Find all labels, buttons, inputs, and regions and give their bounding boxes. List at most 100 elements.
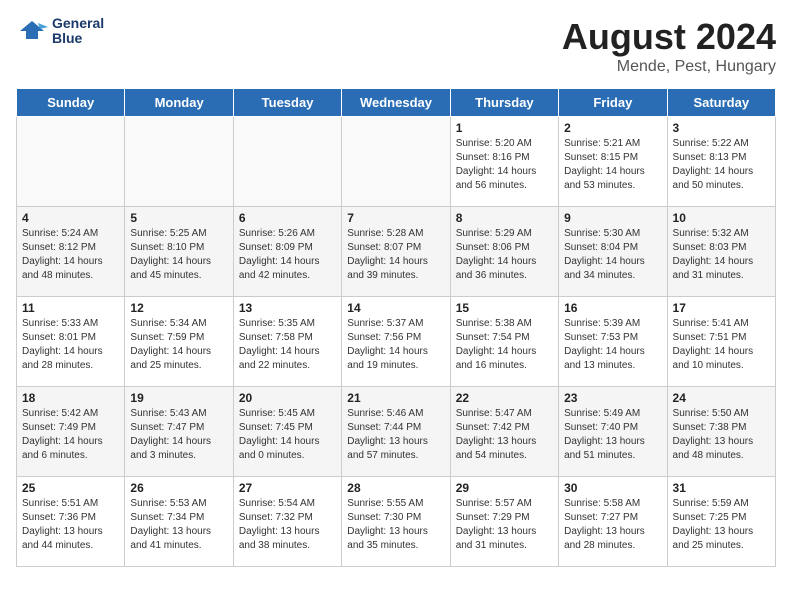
day-number: 10 (673, 211, 770, 225)
day-number: 2 (564, 121, 661, 135)
calendar-cell: 7 Sunrise: 5:28 AM Sunset: 8:07 PM Daylig… (342, 207, 450, 297)
cell-info: Sunrise: 5:37 AM Sunset: 7:56 PM Dayligh… (347, 317, 444, 373)
calendar-week-2: 4 Sunrise: 5:24 AM Sunset: 8:12 PM Daylig… (17, 207, 776, 297)
day-number: 20 (239, 391, 336, 405)
calendar-cell: 2 Sunrise: 5:21 AM Sunset: 8:15 PM Daylig… (559, 117, 667, 207)
cell-info: Sunrise: 5:43 AM Sunset: 7:47 PM Dayligh… (130, 407, 227, 463)
day-header-saturday: Saturday (667, 89, 775, 117)
day-number: 1 (456, 121, 553, 135)
calendar-cell: 1 Sunrise: 5:20 AM Sunset: 8:16 PM Daylig… (450, 117, 558, 207)
calendar-cell: 21Sunrise: 5:46 AM Sunset: 7:44 PM Dayli… (342, 387, 450, 477)
day-number: 27 (239, 481, 336, 495)
day-number: 13 (239, 301, 336, 315)
cell-info: Sunrise: 5:45 AM Sunset: 7:45 PM Dayligh… (239, 407, 336, 463)
calendar-week-1: 1 Sunrise: 5:20 AM Sunset: 8:16 PM Daylig… (17, 117, 776, 207)
day-number: 29 (456, 481, 553, 495)
calendar-cell: 22Sunrise: 5:47 AM Sunset: 7:42 PM Dayli… (450, 387, 558, 477)
page-header: General Blue August 2024 Mende, Pest, Hu… (16, 16, 776, 76)
cell-info: Sunrise: 5:51 AM Sunset: 7:36 PM Dayligh… (22, 497, 119, 553)
calendar-cell: 6 Sunrise: 5:26 AM Sunset: 8:09 PM Daylig… (233, 207, 341, 297)
calendar-cell: 28 Sunrise: 5:55 AM Sunset: 7:30 PM Dayli… (342, 477, 450, 567)
cell-info: Sunrise: 5:34 AM Sunset: 7:59 PM Dayligh… (130, 317, 227, 373)
day-header-tuesday: Tuesday (233, 89, 341, 117)
day-number: 12 (130, 301, 227, 315)
calendar-cell: 24 Sunrise: 5:50 AM Sunset: 7:38 PM Dayli… (667, 387, 775, 477)
calendar-cell: 26Sunrise: 5:53 AM Sunset: 7:34 PM Dayli… (125, 477, 233, 567)
calendar-week-5: 25Sunrise: 5:51 AM Sunset: 7:36 PM Dayli… (17, 477, 776, 567)
calendar-cell: 19 Sunrise: 5:43 AM Sunset: 7:47 PM Dayli… (125, 387, 233, 477)
cell-info: Sunrise: 5:25 AM Sunset: 8:10 PM Dayligh… (130, 227, 227, 283)
calendar-cell: 15Sunrise: 5:38 AM Sunset: 7:54 PM Dayli… (450, 297, 558, 387)
day-number: 16 (564, 301, 661, 315)
day-number: 18 (22, 391, 119, 405)
cell-info: Sunrise: 5:54 AM Sunset: 7:32 PM Dayligh… (239, 497, 336, 553)
day-number: 24 (673, 391, 770, 405)
day-number: 7 (347, 211, 444, 225)
cell-info: Sunrise: 5:26 AM Sunset: 8:09 PM Dayligh… (239, 227, 336, 283)
calendar-week-3: 11 Sunrise: 5:33 AM Sunset: 8:01 PM Dayli… (17, 297, 776, 387)
cell-info: Sunrise: 5:53 AM Sunset: 7:34 PM Dayligh… (130, 497, 227, 553)
calendar-cell: 18 Sunrise: 5:42 AM Sunset: 7:49 PM Dayli… (17, 387, 125, 477)
calendar-cell: 27 Sunrise: 5:54 AM Sunset: 7:32 PM Dayli… (233, 477, 341, 567)
calendar-cell: 4 Sunrise: 5:24 AM Sunset: 8:12 PM Daylig… (17, 207, 125, 297)
logo-text: General Blue (52, 16, 104, 47)
day-number: 17 (673, 301, 770, 315)
calendar-cell (233, 117, 341, 207)
cell-info: Sunrise: 5:46 AM Sunset: 7:44 PM Dayligh… (347, 407, 444, 463)
day-number: 8 (456, 211, 553, 225)
calendar-cell: 30Sunrise: 5:58 AM Sunset: 7:27 PM Dayli… (559, 477, 667, 567)
cell-info: Sunrise: 5:33 AM Sunset: 8:01 PM Dayligh… (22, 317, 119, 373)
logo-icon (16, 17, 48, 45)
calendar-cell: 16Sunrise: 5:39 AM Sunset: 7:53 PM Dayli… (559, 297, 667, 387)
cell-info: Sunrise: 5:55 AM Sunset: 7:30 PM Dayligh… (347, 497, 444, 553)
day-header-friday: Friday (559, 89, 667, 117)
day-number: 3 (673, 121, 770, 135)
title-block: August 2024 Mende, Pest, Hungary (562, 16, 776, 76)
cell-info: Sunrise: 5:24 AM Sunset: 8:12 PM Dayligh… (22, 227, 119, 283)
calendar-header: SundayMondayTuesdayWednesdayThursdayFrid… (17, 89, 776, 117)
calendar-cell (342, 117, 450, 207)
day-header-wednesday: Wednesday (342, 89, 450, 117)
calendar-cell: 8 Sunrise: 5:29 AM Sunset: 8:06 PM Daylig… (450, 207, 558, 297)
cell-info: Sunrise: 5:21 AM Sunset: 8:15 PM Dayligh… (564, 137, 661, 193)
day-number: 6 (239, 211, 336, 225)
day-number: 11 (22, 301, 119, 315)
day-number: 19 (130, 391, 227, 405)
calendar-cell: 20 Sunrise: 5:45 AM Sunset: 7:45 PM Dayli… (233, 387, 341, 477)
day-header-sunday: Sunday (17, 89, 125, 117)
cell-info: Sunrise: 5:28 AM Sunset: 8:07 PM Dayligh… (347, 227, 444, 283)
calendar-cell: 11 Sunrise: 5:33 AM Sunset: 8:01 PM Dayli… (17, 297, 125, 387)
calendar-table: SundayMondayTuesdayWednesdayThursdayFrid… (16, 88, 776, 567)
cell-info: Sunrise: 5:20 AM Sunset: 8:16 PM Dayligh… (456, 137, 553, 193)
cell-info: Sunrise: 5:35 AM Sunset: 7:58 PM Dayligh… (239, 317, 336, 373)
cell-info: Sunrise: 5:59 AM Sunset: 7:25 PM Dayligh… (673, 497, 770, 553)
cell-info: Sunrise: 5:50 AM Sunset: 7:38 PM Dayligh… (673, 407, 770, 463)
calendar-cell: 25Sunrise: 5:51 AM Sunset: 7:36 PM Dayli… (17, 477, 125, 567)
cell-info: Sunrise: 5:32 AM Sunset: 8:03 PM Dayligh… (673, 227, 770, 283)
day-number: 4 (22, 211, 119, 225)
calendar-cell: 23 Sunrise: 5:49 AM Sunset: 7:40 PM Dayli… (559, 387, 667, 477)
header-row: SundayMondayTuesdayWednesdayThursdayFrid… (17, 89, 776, 117)
day-number: 22 (456, 391, 553, 405)
calendar-cell: 29 Sunrise: 5:57 AM Sunset: 7:29 PM Dayli… (450, 477, 558, 567)
cell-info: Sunrise: 5:42 AM Sunset: 7:49 PM Dayligh… (22, 407, 119, 463)
cell-info: Sunrise: 5:22 AM Sunset: 8:13 PM Dayligh… (673, 137, 770, 193)
calendar-cell: 14 Sunrise: 5:37 AM Sunset: 7:56 PM Dayli… (342, 297, 450, 387)
calendar-cell: 13 Sunrise: 5:35 AM Sunset: 7:58 PM Dayli… (233, 297, 341, 387)
day-number: 9 (564, 211, 661, 225)
cell-info: Sunrise: 5:49 AM Sunset: 7:40 PM Dayligh… (564, 407, 661, 463)
cell-info: Sunrise: 5:30 AM Sunset: 8:04 PM Dayligh… (564, 227, 661, 283)
calendar-cell: 3 Sunrise: 5:22 AM Sunset: 8:13 PM Daylig… (667, 117, 775, 207)
subtitle: Mende, Pest, Hungary (562, 58, 776, 76)
cell-info: Sunrise: 5:57 AM Sunset: 7:29 PM Dayligh… (456, 497, 553, 553)
day-number: 28 (347, 481, 444, 495)
calendar-cell (125, 117, 233, 207)
calendar-cell: 9 Sunrise: 5:30 AM Sunset: 8:04 PM Daylig… (559, 207, 667, 297)
cell-info: Sunrise: 5:41 AM Sunset: 7:51 PM Dayligh… (673, 317, 770, 373)
calendar-cell (17, 117, 125, 207)
day-number: 23 (564, 391, 661, 405)
calendar-body: 1 Sunrise: 5:20 AM Sunset: 8:16 PM Daylig… (17, 117, 776, 567)
day-number: 14 (347, 301, 444, 315)
calendar-cell: 5Sunrise: 5:25 AM Sunset: 8:10 PM Daylig… (125, 207, 233, 297)
cell-info: Sunrise: 5:29 AM Sunset: 8:06 PM Dayligh… (456, 227, 553, 283)
